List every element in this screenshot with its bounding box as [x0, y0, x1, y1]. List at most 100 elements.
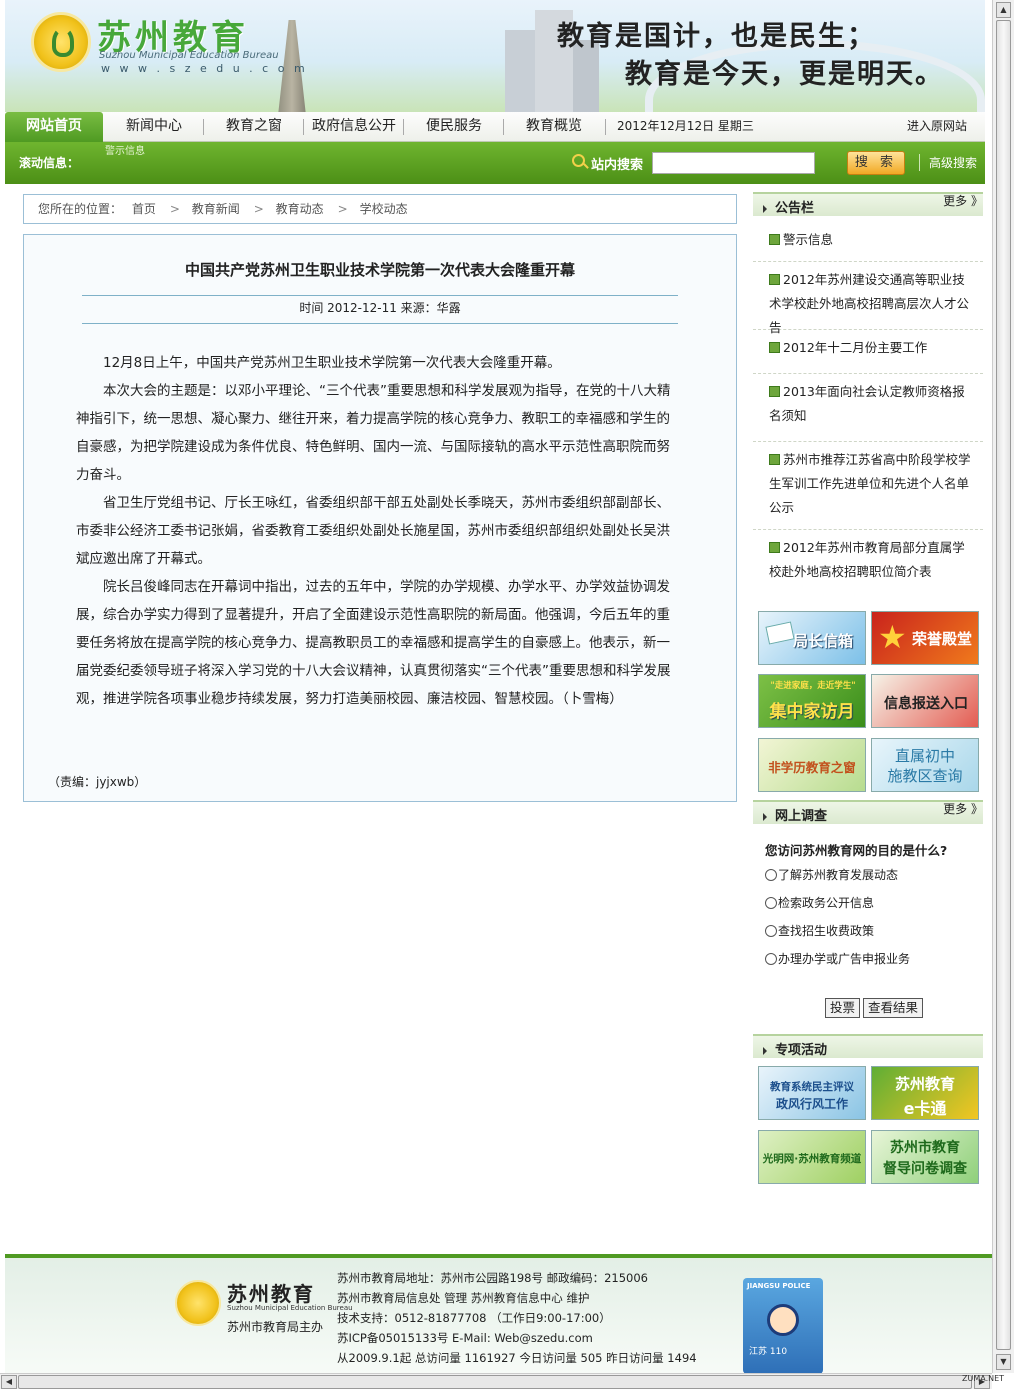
nondegree-label: 非学历教育之窗	[768, 760, 856, 775]
notice-item[interactable]: 2012年苏州市教育局部分直属学校赴外地高校招聘职位简介表	[753, 530, 983, 600]
breadcrumb-home[interactable]: 首页	[132, 202, 156, 216]
info-report-tile[interactable]: 信息报送入口	[871, 674, 979, 728]
search-button[interactable]: 搜 索	[847, 151, 905, 175]
scroll-down-icon[interactable]: ▼	[996, 1354, 1011, 1370]
police-sub: 江苏 110	[749, 1347, 788, 1357]
school-district-tile[interactable]: 直属初中 施教区查询	[871, 738, 979, 792]
nav-divider	[303, 119, 304, 135]
radio-button[interactable]	[765, 953, 777, 965]
scroll-thumb[interactable]	[996, 20, 1011, 1350]
envelope-icon	[765, 621, 795, 645]
survey-question: 您访问苏州教育网的目的是什么?	[765, 843, 948, 858]
evaluation-label2: 政风行风工作	[775, 1097, 848, 1111]
article-panel: 中国共产党苏州卫生职业技术学院第一次代表大会隆重开幕 时间 2012-12-11…	[23, 234, 737, 802]
survey-title: 网上调查	[763, 805, 827, 824]
scroll-label: 滚动信息：	[19, 156, 80, 170]
nav-public-service[interactable]: 便民服务	[405, 112, 503, 142]
footer-title: 苏州教育	[227, 1282, 315, 1306]
article-editor: （责编：jyjxwb）	[48, 775, 147, 789]
notice-item[interactable]: 2012年十二月份主要工作	[753, 330, 983, 374]
ecard-tile[interactable]: 苏州教育 e卡通	[871, 1066, 979, 1120]
notice-item[interactable]: 苏州市推荐江苏省高中阶段学校学生军训工作先进单位和先进个人名单公示	[753, 442, 983, 530]
radio-button[interactable]	[765, 897, 777, 909]
footer-address: 苏州市教育局地址：苏州市公园路198号 邮政编码：215006	[337, 1271, 649, 1285]
slogan-line1: 教育是国计，也是民生；	[557, 21, 876, 52]
evaluation-tile[interactable]: 教育系统民主评议 政风行风工作	[758, 1066, 866, 1120]
divider	[82, 295, 678, 296]
scroll-up-icon[interactable]: ▲	[996, 2, 1011, 18]
star-icon: ★	[878, 618, 907, 656]
nondegree-tile[interactable]: 非学历教育之窗	[758, 738, 866, 792]
horizontal-scrollbar[interactable]: ◀ ▶	[0, 1373, 992, 1389]
advanced-search-link[interactable]: 高级搜索	[919, 154, 977, 171]
search-icon	[572, 154, 585, 167]
nav-divider	[203, 119, 204, 135]
article-title: 中国共产党苏州卫生职业技术学院第一次代表大会隆重开幕	[184, 261, 575, 279]
supervision-label1: 苏州市教育	[890, 1140, 960, 1156]
breadcrumb-prefix: 您所在的位置：	[38, 202, 123, 216]
notice-list: 警示信息 2012年苏州建设交通高等职业技术学校赴外地高校招聘高层次人才公告 2…	[753, 222, 983, 600]
radio-button[interactable]	[765, 925, 777, 937]
survey-option[interactable]: 检索政务公开信息	[765, 894, 874, 911]
survey-option[interactable]: 查找招生收费政策	[765, 922, 874, 939]
radio-button[interactable]	[765, 869, 777, 881]
main-nav: 网站首页 新闻中心 教育之窗 政府信息公开 便民服务 教育概览 2012年12月…	[5, 112, 985, 142]
honor-tile[interactable]: ★ 荣誉殿堂	[871, 611, 979, 665]
police-tag: JIANGSU POLICE	[747, 1282, 811, 1290]
honor-label: 荣誉殿堂	[912, 630, 973, 648]
mailbox-tile[interactable]: 局长信箱	[758, 611, 866, 665]
hscroll-thumb[interactable]	[18, 1375, 972, 1389]
special-header: 专项活动	[753, 1034, 983, 1058]
survey-option[interactable]: 了解苏州教育发展动态	[765, 866, 898, 883]
survey-more-link[interactable]: 更多 》	[943, 800, 983, 817]
nav-divider	[503, 119, 504, 135]
footer-support: 技术支持：0512-81877708 （工作日9:00-17:00）	[337, 1311, 611, 1325]
site-english-name: Suzhou Municipal Education Bureau	[99, 50, 279, 61]
footer-icp: 苏ICP备05015133号 E-Mail: Web@szedu.com	[337, 1331, 593, 1345]
school-district-label2: 施教区查询	[887, 767, 963, 785]
footer-visits: 从2009.9.1起 总访问量 1161927 今日访问量 505 昨日访问量 …	[337, 1351, 697, 1365]
vertical-scrollbar[interactable]: ▲ ▼	[992, 0, 1014, 1373]
survey-option[interactable]: 办理办学或广告申报业务	[765, 950, 910, 967]
home-visit-tile[interactable]: "走进家庭，走近学生" 集中家访月	[758, 674, 866, 728]
info-search-bar: 警示信息 滚动信息： 站内搜索 搜 索 高级搜索	[5, 142, 985, 184]
guangming-label: 光明网·苏州教育频道	[762, 1153, 862, 1165]
supervision-tile[interactable]: 苏州市教育 督导问卷调查	[871, 1130, 979, 1184]
page: 苏州教育 Suzhou Municipal Education Bureau w…	[5, 0, 995, 1389]
nav-education-window[interactable]: 教育之窗	[205, 112, 303, 142]
site-url: w w w . s z e d u . c o m	[101, 62, 308, 75]
scroll-left-icon[interactable]: ◀	[1, 1375, 17, 1389]
breadcrumb-edu-news[interactable]: 教育新闻	[192, 202, 240, 216]
footer-info: 苏州市教育局地址：苏州市公园路198号 邮政编码：215006 苏州市教育局信息…	[337, 1268, 697, 1368]
notice-item[interactable]: 2013年面向社会认定教师资格报名须知	[753, 374, 983, 442]
supervision-label2: 督导问卷调查	[883, 1161, 967, 1177]
old-site-link[interactable]: 进入原网站	[907, 112, 967, 140]
view-results-button[interactable]: 查看结果	[863, 998, 924, 1018]
breadcrumb-school-dynamics[interactable]: 学校动态	[360, 202, 408, 216]
nav-education-overview[interactable]: 教育概览	[505, 112, 603, 142]
vote-button[interactable]: 投票	[825, 998, 861, 1018]
nav-gov-info[interactable]: 政府信息公开	[305, 112, 403, 142]
notice-item[interactable]: 警示信息	[753, 222, 983, 262]
school-district-label1: 直属初中	[894, 747, 955, 765]
current-date: 2012年12月12日 星期三	[617, 119, 754, 133]
home-visit-sub: "走进家庭，走近学生"	[770, 681, 856, 691]
breadcrumb: 您所在的位置： 首页 > 教育新闻 > 教育动态 > 学校动态	[23, 194, 737, 224]
footer-host: 苏州市教育局主办	[227, 1320, 324, 1334]
nav-news-center[interactable]: 新闻中心	[105, 112, 203, 142]
nav-home[interactable]: 网站首页	[5, 112, 103, 142]
notice-item[interactable]: 2012年苏州建设交通高等职业技术学校赴外地高校招聘高层次人才公告	[753, 262, 983, 335]
site-header: 苏州教育 Suzhou Municipal Education Bureau w…	[5, 0, 985, 112]
notice-more-link[interactable]: 更多 》	[943, 192, 983, 209]
footer-management: 苏州市教育局信息处 管理 苏州教育信息中心 维护	[337, 1291, 590, 1305]
article-paragraph: 院长吕俊峰同志在开幕词中指出，过去的五年中，学院的办学规模、办学水平、办学效益协…	[76, 579, 671, 707]
home-visit-label: 集中家访月	[769, 702, 855, 722]
guangming-tile[interactable]: 光明网·苏州教育频道	[758, 1130, 866, 1184]
breadcrumb-edu-dynamics[interactable]: 教育动态	[276, 202, 324, 216]
ecard-label2: e卡通	[903, 1099, 947, 1118]
logo-icon[interactable]	[31, 12, 91, 72]
search-input[interactable]	[652, 152, 815, 174]
police-badge-icon[interactable]: JIANGSU POLICE 江苏 110	[743, 1278, 823, 1374]
survey-header: 网上调查 更多 》	[753, 800, 983, 824]
scroll-ticker[interactable]: 警示信息	[105, 142, 145, 157]
